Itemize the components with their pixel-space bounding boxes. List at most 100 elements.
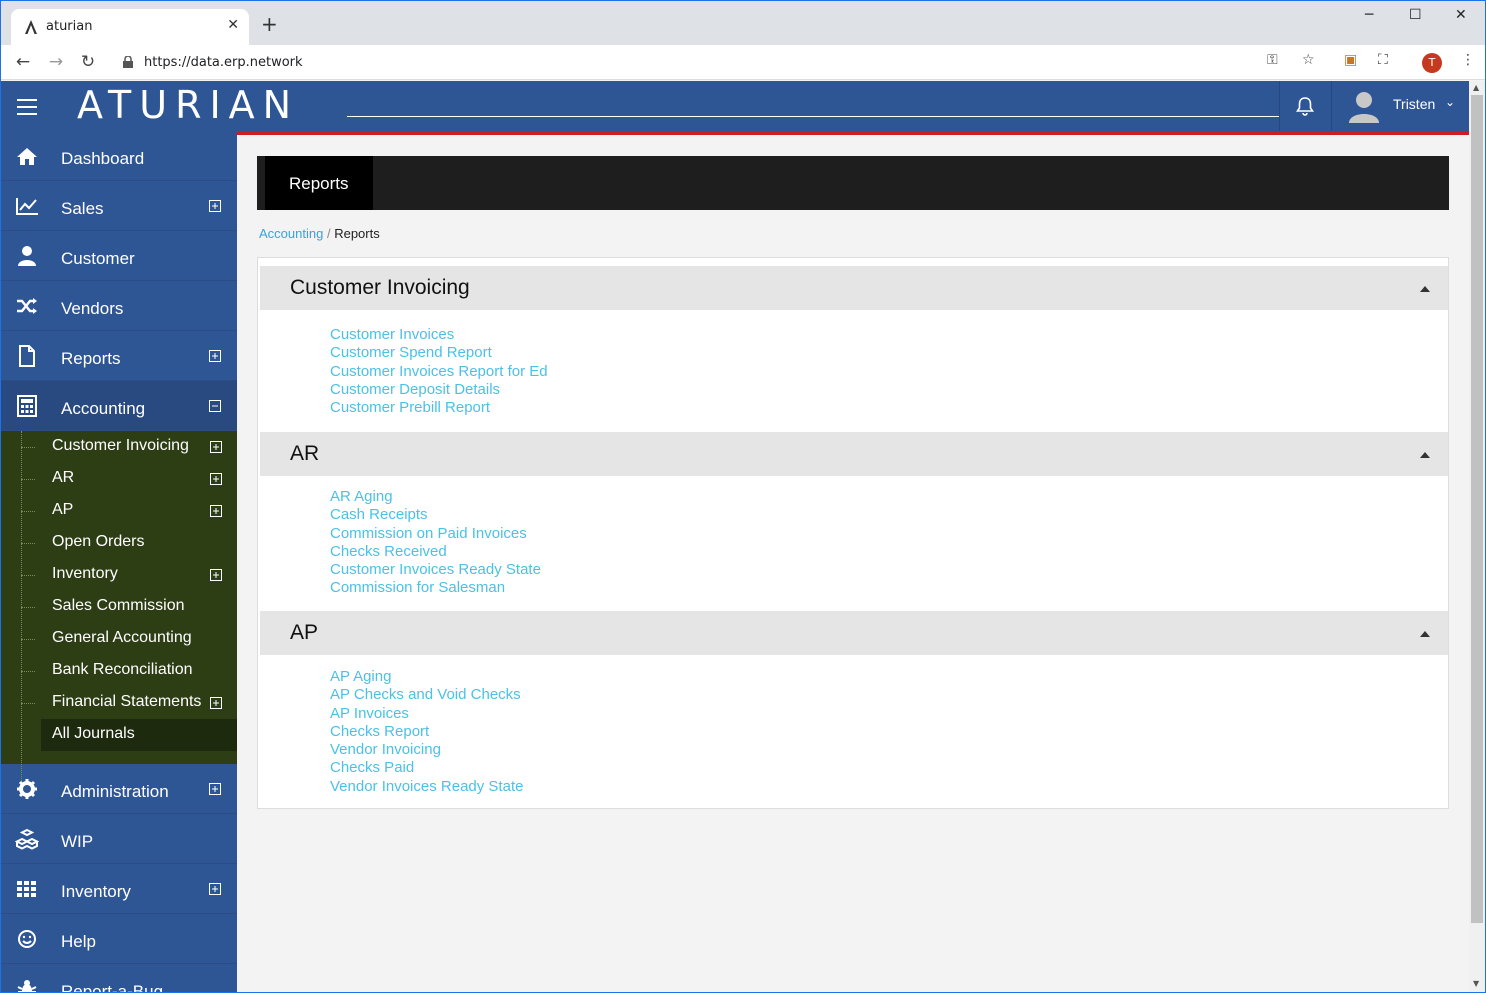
expand-plus-icon[interactable] <box>210 505 222 517</box>
report-link[interactable]: Customer Prebill Report <box>330 399 548 417</box>
expand-plus-icon[interactable] <box>209 350 221 362</box>
sidebar-item-vendors[interactable]: Vendors <box>1 281 237 331</box>
user-avatar-icon[interactable] <box>1347 89 1381 123</box>
submenu-item-customer-invoicing[interactable]: Customer Invoicing <box>1 431 237 463</box>
cubes-icon <box>15 828 39 850</box>
submenu-item-bank-reconciliation[interactable]: Bank Reconciliation <box>1 655 237 687</box>
collapse-minus-icon[interactable] <box>209 400 221 412</box>
minimize-icon[interactable]: ─ <box>1365 7 1373 23</box>
bell-icon[interactable] <box>1294 95 1316 117</box>
maximize-icon[interactable]: ☐ <box>1409 7 1422 23</box>
reload-icon[interactable]: ↻ <box>78 52 98 72</box>
collapse-caret-icon[interactable] <box>1420 452 1430 458</box>
menu-dots-icon[interactable]: ⋮ <box>1461 52 1475 68</box>
submenu-item-inventory[interactable]: Inventory <box>1 559 237 591</box>
collapse-caret-icon[interactable] <box>1420 631 1430 637</box>
report-link[interactable]: Customer Spend Report <box>330 344 548 362</box>
expand-plus-icon[interactable] <box>209 200 221 212</box>
file-icon <box>19 345 35 367</box>
scrollbar-thumb[interactable] <box>1471 95 1483 923</box>
report-link[interactable]: Customer Invoices Ready State <box>330 561 541 579</box>
report-link[interactable]: AR Aging <box>330 488 541 506</box>
report-link[interactable]: AP Aging <box>330 668 523 686</box>
sidebar-item-report-a-bug[interactable]: Report-a-Bug <box>1 964 237 992</box>
user-name[interactable]: Tristen <box>1393 96 1435 112</box>
address-bar: ← → ↻ https://data.erp.network ⚿ ☆ ▣ ⛶ T… <box>1 45 1485 80</box>
tab-close-icon[interactable]: ✕ <box>227 17 239 33</box>
report-link[interactable]: Vendor Invoicing <box>330 741 523 759</box>
main-content: Reports Accounting / Reports Customer In… <box>237 135 1469 992</box>
submenu-item-ap[interactable]: AP <box>1 495 237 527</box>
expand-plus-icon[interactable] <box>209 883 221 895</box>
browser-tab[interactable]: aturian ✕ <box>11 9 249 45</box>
report-link[interactable]: AP Invoices <box>330 705 523 723</box>
sidebar-item-help[interactable]: Help <box>1 914 237 964</box>
report-link[interactable]: Checks Paid <box>330 759 523 777</box>
calculator-icon <box>17 395 37 417</box>
sidebar-item-administration[interactable]: Administration <box>1 764 237 814</box>
breadcrumb-accounting-link[interactable]: Accounting <box>259 226 323 241</box>
screenshot-icon[interactable]: ⛶ <box>1378 52 1388 68</box>
report-link[interactable]: Commission on Paid Invoices <box>330 525 541 543</box>
section-links-customer-invoicing: Customer Invoices Customer Spend Report … <box>330 326 548 417</box>
submenu-item-general-accounting[interactable]: General Accounting <box>1 623 237 655</box>
expand-plus-icon[interactable] <box>210 441 222 453</box>
submenu-label: Bank Reconciliation <box>52 661 193 678</box>
expand-plus-icon[interactable] <box>210 473 222 485</box>
section-header-ap[interactable]: AP <box>260 611 1448 655</box>
url-input[interactable]: https://data.erp.network <box>111 49 1331 76</box>
page-scrollbar[interactable]: ▲ ▼ <box>1469 81 1485 992</box>
key-icon[interactable]: ⚿ <box>1267 52 1278 68</box>
submenu-label: Financial Statements <box>52 693 202 710</box>
report-link[interactable]: Checks Received <box>330 543 541 561</box>
extension-icon[interactable]: ▣ <box>1344 52 1357 68</box>
report-link[interactable]: Customer Invoices Report for Ed <box>330 363 548 381</box>
aturian-logo[interactable]: ATURIAN <box>77 85 299 125</box>
submenu-item-financial-statements[interactable]: Financial Statements <box>1 687 237 719</box>
tab-reports[interactable]: Reports <box>265 156 373 210</box>
new-tab-button[interactable]: + <box>261 14 278 34</box>
chevron-down-icon[interactable]: ⌄ <box>1445 95 1455 109</box>
section-title: AP <box>290 621 319 644</box>
close-window-icon[interactable]: ✕ <box>1455 7 1467 23</box>
sidebar-item-accounting[interactable]: Accounting <box>1 381 237 431</box>
sidebar-item-label: Help <box>61 932 96 951</box>
report-link[interactable]: Cash Receipts <box>330 506 541 524</box>
url-text: https://data.erp.network <box>144 55 303 70</box>
report-link[interactable]: AP Checks and Void Checks <box>330 686 523 704</box>
submenu-item-open-orders[interactable]: Open Orders <box>1 527 237 559</box>
sidebar-item-inventory[interactable]: Inventory <box>1 864 237 914</box>
expand-plus-icon[interactable] <box>209 783 221 795</box>
report-link[interactable]: Customer Invoices <box>330 326 548 344</box>
submenu-label: Open Orders <box>52 533 145 550</box>
report-link[interactable]: Vendor Invoices Ready State <box>330 778 523 796</box>
report-link[interactable]: Commission for Salesman <box>330 579 541 597</box>
sidebar-item-sales[interactable]: Sales <box>1 181 237 231</box>
forward-icon[interactable]: → <box>46 52 66 72</box>
hamburger-icon[interactable] <box>17 99 37 115</box>
back-icon[interactable]: ← <box>13 52 33 72</box>
breadcrumb-current: Reports <box>334 226 380 241</box>
chart-line-icon <box>16 198 38 215</box>
sidebar-item-dashboard[interactable]: Dashboard <box>1 131 237 181</box>
section-header-ar[interactable]: AR <box>260 432 1448 476</box>
user-icon <box>18 246 36 266</box>
submenu-item-ar[interactable]: AR <box>1 463 237 495</box>
scroll-down-icon[interactable]: ▼ <box>1473 979 1479 988</box>
section-header-customer-invoicing[interactable]: Customer Invoicing <box>260 266 1448 310</box>
profile-avatar[interactable]: T <box>1422 53 1442 73</box>
scroll-up-icon[interactable]: ▲ <box>1473 83 1479 92</box>
star-icon[interactable]: ☆ <box>1302 52 1315 68</box>
submenu-item-sales-commission[interactable]: Sales Commission <box>1 591 237 623</box>
report-link[interactable]: Checks Report <box>330 723 523 741</box>
report-link[interactable]: Customer Deposit Details <box>330 381 548 399</box>
expand-plus-icon[interactable] <box>210 569 222 581</box>
sidebar-item-customer[interactable]: Customer <box>1 231 237 281</box>
submenu-item-all-journals[interactable]: All Journals <box>41 719 237 751</box>
header-divider <box>1279 81 1280 131</box>
sidebar-item-reports[interactable]: Reports <box>1 331 237 381</box>
submenu-label: Customer Invoicing <box>52 437 189 454</box>
sidebar-item-wip[interactable]: WIP <box>1 814 237 864</box>
collapse-caret-icon[interactable] <box>1420 286 1430 292</box>
expand-plus-icon[interactable] <box>210 697 222 709</box>
